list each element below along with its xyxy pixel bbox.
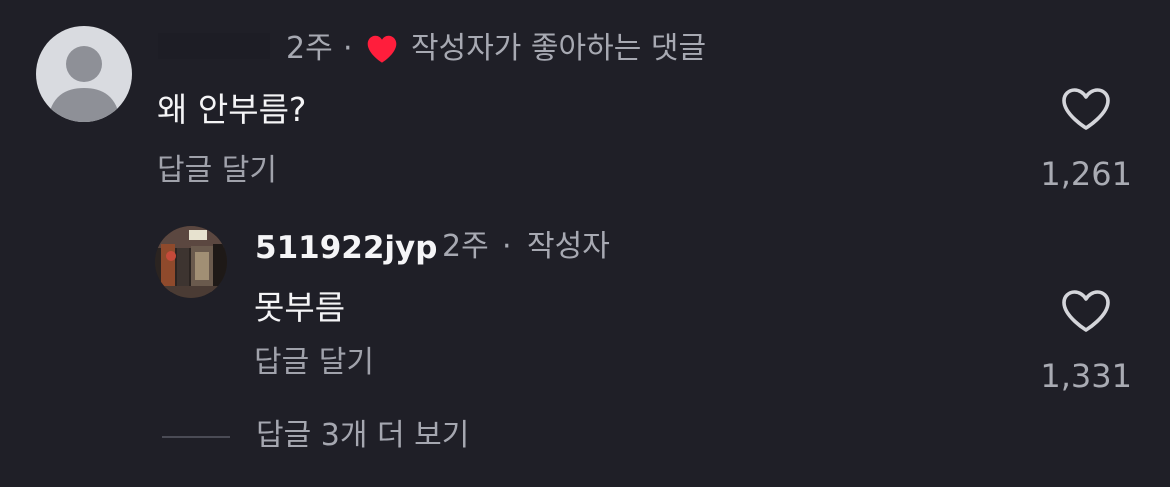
avatar-photo-image [155,226,227,298]
author-badge: 작성자 [527,229,610,264]
comment-time: 2주 [286,31,333,66]
user-avatar[interactable] [155,226,227,298]
comment-text: 왜 안부름? [157,90,307,129]
reply-text: 못부름 [254,288,346,327]
masked-username [158,33,270,59]
reply-time: 2주 [442,229,489,264]
reply-button[interactable]: 답글 달기 [254,344,374,382]
default-avatar[interactable] [36,26,132,122]
creator-liked-label: 작성자가 좋아하는 댓글 [411,31,707,66]
like-count: 1,331 [1040,357,1132,395]
meta-separator: · [502,229,512,264]
view-more-divider [162,436,230,438]
person-silhouette-icon [48,46,120,122]
heart-outline-icon[interactable] [1060,86,1112,132]
heart-outline-icon[interactable] [1060,288,1112,334]
comment-thread: 2주 · 작성자가 좋아하는 댓글 왜 안부름? 답글 달기 1,261 511… [0,0,1170,487]
reply-username[interactable]: 511922jyp [255,228,437,268]
like-count: 1,261 [1040,155,1132,193]
heart-filled-icon [367,35,397,63]
view-more-replies-button[interactable]: 답글 3개 더 보기 [256,417,469,455]
reply-button[interactable]: 답글 달기 [157,152,277,190]
meta-separator: · [343,31,353,66]
